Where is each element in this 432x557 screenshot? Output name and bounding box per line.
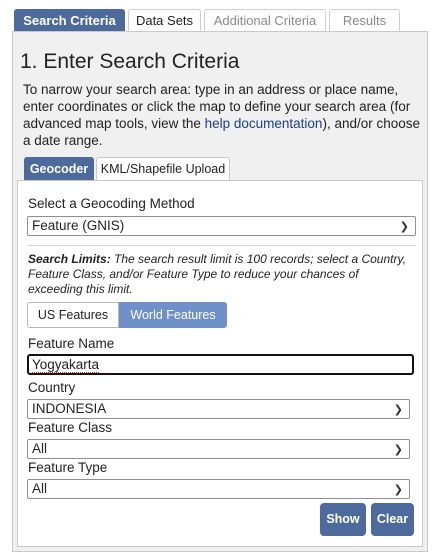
feature-class-label: Feature Class [28, 420, 113, 435]
feature-class-value: All [32, 441, 48, 456]
feature-class-select[interactable]: All ❯ [27, 439, 410, 459]
chevron-down-icon: ❯ [399, 221, 409, 233]
clear-button[interactable]: Clear [371, 503, 414, 536]
page-title: 1. Enter Search Criteria [20, 50, 240, 73]
show-button[interactable]: Show [320, 503, 366, 536]
top-tab-bar: Search Criteria Data Sets Additional Cri… [0, 0, 432, 32]
geocoding-method-label: Select a Geocoding Method [28, 196, 195, 211]
tab-results[interactable]: Results [329, 9, 400, 32]
divider [27, 245, 416, 246]
search-limits-note: Search Limits: The search result limit i… [28, 252, 413, 297]
feature-name-label: Feature Name [28, 336, 115, 351]
country-label: Country [28, 380, 76, 395]
feature-type-label: Feature Type [28, 460, 108, 475]
tab-additional-criteria[interactable]: Additional Criteria [204, 9, 326, 32]
country-value: INDONESIA [32, 401, 107, 416]
chevron-down-icon: ❯ [393, 484, 403, 496]
search-limits-title: Search Limits: [28, 252, 111, 266]
help-documentation-link[interactable]: help documentation [205, 116, 323, 131]
search-criteria-panel: 1. Enter Search Criteria To narrow your … [12, 31, 428, 552]
geocoding-method-value: Feature (GNIS) [32, 218, 125, 233]
tab-kml-shapefile-upload[interactable]: KML/Shapefile Upload [96, 157, 230, 181]
chevron-down-icon: ❯ [393, 444, 403, 456]
tab-search-criteria[interactable]: Search Criteria [14, 9, 125, 32]
intro-text: To narrow your search area: type in an a… [23, 81, 423, 149]
tab-data-sets[interactable]: Data Sets [128, 9, 201, 32]
feature-type-select[interactable]: All ❯ [27, 479, 410, 499]
geocoder-panel: Select a Geocoding Method Feature (GNIS)… [17, 180, 423, 547]
country-select[interactable]: INDONESIA ❯ [27, 399, 410, 419]
feature-type-value: All [32, 481, 48, 496]
world-features-button[interactable]: World Features [119, 302, 227, 328]
feature-name-value: Yogyakarta [32, 357, 100, 373]
feature-name-input[interactable]: Yogyakarta [27, 354, 414, 375]
chevron-down-icon: ❯ [393, 404, 403, 416]
us-features-button[interactable]: US Features [27, 302, 119, 328]
tab-geocoder[interactable]: Geocoder [24, 157, 94, 181]
geocoding-method-select[interactable]: Feature (GNIS) ❯ [27, 216, 416, 236]
